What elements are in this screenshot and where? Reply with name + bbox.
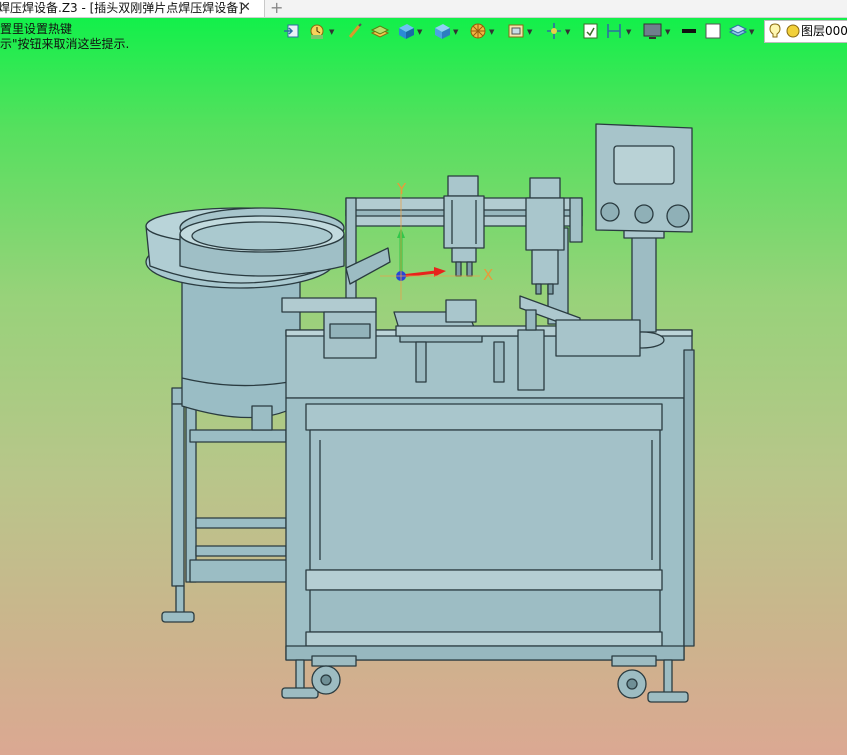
- layer-selector[interactable]: 图层0000: [764, 20, 847, 43]
- axis-icon[interactable]: [544, 20, 564, 42]
- chevron-down-icon[interactable]: ▼: [527, 28, 532, 36]
- chevron-down-icon[interactable]: ▼: [565, 28, 570, 36]
- hint-line-1: 置里设置热键: [0, 22, 73, 36]
- brush-icon[interactable]: [346, 20, 364, 42]
- history-icon[interactable]: [308, 20, 328, 42]
- fit-icon[interactable]: [580, 20, 600, 42]
- 3d-viewport[interactable]: Y X: [0, 17, 847, 755]
- stack-icon[interactable]: [370, 20, 390, 42]
- frame-icon[interactable]: [506, 20, 526, 42]
- document-tab[interactable]: 焊压焊设备.Z3 - [插头双刚弹片点焊压焊设备] ✕: [0, 0, 265, 17]
- line-color-icon[interactable]: [680, 20, 698, 42]
- align-icon[interactable]: [604, 20, 624, 42]
- document-tab-title: 焊压焊设备.Z3 - [插头双刚弹片点焊压焊设备]: [0, 1, 243, 15]
- main-cabinet: [285, 329, 695, 661]
- wheel-icon[interactable]: [468, 20, 488, 42]
- casters: [281, 655, 689, 703]
- component-icon[interactable]: [432, 20, 452, 42]
- control-panel: [595, 123, 693, 349]
- import-icon[interactable]: [282, 20, 302, 42]
- axis-x-label: X: [483, 266, 493, 284]
- chevron-down-icon[interactable]: ▼: [665, 28, 670, 36]
- fill-color-icon[interactable]: [704, 20, 722, 42]
- chevron-down-icon[interactable]: ▼: [626, 28, 631, 36]
- new-tab-icon[interactable]: +: [270, 0, 283, 16]
- chevron-down-icon[interactable]: ▼: [489, 28, 494, 36]
- box-view-icon[interactable]: [396, 20, 416, 42]
- hint-line-2: 示"按钮来取消这些提示.: [0, 37, 130, 51]
- display-icon[interactable]: [642, 20, 664, 42]
- layer-name: 图层0000: [801, 24, 847, 38]
- chevron-down-icon[interactable]: ▼: [749, 28, 754, 36]
- chevron-down-icon[interactable]: ▼: [417, 28, 422, 36]
- welding-head-right: [525, 177, 565, 295]
- layer-stack-icon[interactable]: [728, 20, 748, 42]
- chevron-down-icon[interactable]: ▼: [329, 28, 334, 36]
- lightbulb-icon[interactable]: [767, 21, 803, 41]
- chevron-down-icon[interactable]: ▼: [453, 28, 458, 36]
- machine-model[interactable]: Y X: [0, 17, 847, 755]
- hint-text: 置里设置热键 示"按钮来取消这些提示.: [0, 22, 129, 52]
- document-tab-bar: 焊压焊设备.Z3 - [插头双刚弹片点焊压焊设备] ✕ +: [0, 0, 847, 18]
- cad-application-window: Y X 焊压焊设备.Z3 - [插头双刚弹片点焊压焊设备] ✕ + 置里设置热键…: [0, 0, 847, 755]
- close-icon[interactable]: ✕: [240, 0, 251, 16]
- welding-head-left: [443, 175, 485, 277]
- axis-y-label: Y: [396, 180, 407, 198]
